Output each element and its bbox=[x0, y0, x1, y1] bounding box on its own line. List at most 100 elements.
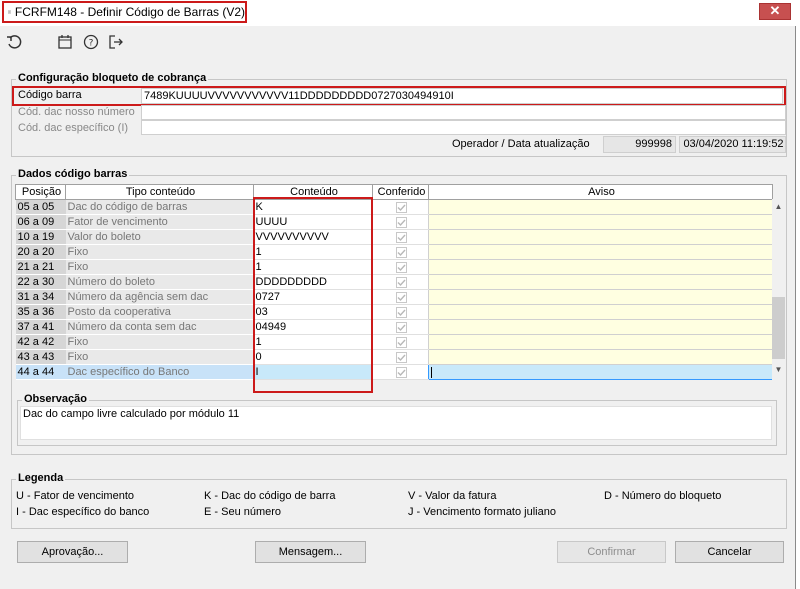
scroll-thumb[interactable] bbox=[772, 297, 785, 359]
checkbox-checked-icon[interactable] bbox=[395, 261, 407, 273]
table-row[interactable]: 22 a 30 Número do boleto DDDDDDDDD bbox=[15, 274, 773, 290]
table-row[interactable]: 37 a 41 Número da conta sem dac 04949 bbox=[15, 319, 773, 335]
scroll-up-icon[interactable]: ▲ bbox=[772, 201, 785, 213]
conferido-cell[interactable] bbox=[372, 364, 429, 380]
operador-value: 999998 bbox=[603, 136, 676, 153]
aviso-cell[interactable] bbox=[428, 289, 773, 305]
col-header-posicao[interactable]: Posição bbox=[15, 184, 66, 200]
aviso-cell[interactable] bbox=[428, 304, 773, 320]
legenda-item: D - Número do bloqueto bbox=[604, 490, 722, 502]
legenda-item: U - Fator de vencimento bbox=[16, 490, 134, 502]
aviso-cell[interactable] bbox=[428, 229, 773, 245]
table-row[interactable]: 43 a 43 Fixo 0 bbox=[15, 349, 773, 365]
aviso-cell[interactable] bbox=[428, 199, 773, 215]
checkbox-checked-icon[interactable] bbox=[395, 366, 407, 378]
window-title: FCRFM148 - Definir Código de Barras (V2) bbox=[14, 5, 245, 19]
checkbox-checked-icon[interactable] bbox=[395, 351, 407, 363]
table-row[interactable]: 10 a 19 Valor do boleto VVVVVVVVVV bbox=[15, 229, 773, 245]
col-header-tipo[interactable]: Tipo conteúdo bbox=[65, 184, 254, 200]
table-header-row: Posição Tipo conteúdo Conteúdo Conferido… bbox=[15, 184, 773, 200]
aviso-cell[interactable] bbox=[428, 334, 773, 350]
legenda-item: K - Dac do código de barra bbox=[204, 490, 336, 502]
table-row[interactable]: 35 a 36 Posto da cooperativa 03 bbox=[15, 304, 773, 320]
aviso-cell[interactable] bbox=[428, 259, 773, 275]
mensagem-button[interactable]: Mensagem... bbox=[255, 541, 366, 563]
tipo-cell: Fixo bbox=[65, 349, 254, 365]
col-header-aviso[interactable]: Aviso bbox=[428, 184, 773, 200]
tipo-cell: Fixo bbox=[65, 334, 254, 350]
posicao-cell: 37 a 41 bbox=[15, 319, 66, 335]
checkbox-checked-icon[interactable] bbox=[395, 306, 407, 318]
dados-group-title: Dados código barras bbox=[16, 168, 130, 180]
conferido-cell[interactable] bbox=[372, 289, 429, 305]
dados-table: Posição Tipo conteúdo Conteúdo Conferido… bbox=[15, 184, 773, 380]
posicao-cell: 10 a 19 bbox=[15, 229, 66, 245]
table-row[interactable]: 06 a 09 Fator de vencimento UUUU bbox=[15, 214, 773, 230]
aviso-cell[interactable] bbox=[428, 364, 773, 380]
conferido-cell[interactable] bbox=[372, 319, 429, 335]
cancelar-button[interactable]: Cancelar bbox=[675, 541, 784, 563]
config-group-title: Configuração bloqueto de cobrança bbox=[16, 72, 209, 84]
conferido-cell[interactable] bbox=[372, 199, 429, 215]
checkbox-checked-icon[interactable] bbox=[395, 231, 407, 243]
checkbox-checked-icon[interactable] bbox=[395, 321, 407, 333]
posicao-cell: 05 a 05 bbox=[15, 199, 66, 215]
aviso-cell[interactable] bbox=[428, 319, 773, 335]
conferido-cell[interactable] bbox=[372, 244, 429, 260]
conferido-cell[interactable] bbox=[372, 229, 429, 245]
checkbox-checked-icon[interactable] bbox=[395, 246, 407, 258]
tipo-cell: Número da agência sem dac bbox=[65, 289, 254, 305]
checkbox-checked-icon[interactable] bbox=[395, 201, 407, 213]
legenda-item: I - Dac específico do banco bbox=[16, 506, 150, 518]
operador-label: Operador / Data atualização bbox=[452, 138, 590, 150]
calendar-icon[interactable] bbox=[56, 34, 74, 52]
table-row[interactable]: 31 a 34 Número da agência sem dac 0727 bbox=[15, 289, 773, 305]
undo-icon[interactable] bbox=[5, 34, 23, 52]
dac-especifico-input[interactable] bbox=[141, 120, 786, 135]
posicao-cell: 35 a 36 bbox=[15, 304, 66, 320]
scroll-down-icon[interactable]: ▼ bbox=[772, 364, 785, 376]
checkbox-checked-icon[interactable] bbox=[395, 336, 407, 348]
close-button[interactable]: ✕ bbox=[759, 3, 791, 20]
conferido-cell[interactable] bbox=[372, 304, 429, 320]
aviso-cell[interactable] bbox=[428, 349, 773, 365]
data-atualizacao-value: 03/04/2020 11:19:52 bbox=[679, 136, 786, 153]
table-row[interactable]: 21 a 21 Fixo 1 bbox=[15, 259, 773, 275]
conferido-cell[interactable] bbox=[372, 214, 429, 230]
aviso-cell[interactable] bbox=[428, 244, 773, 260]
observacao-title: Observação bbox=[22, 393, 89, 405]
posicao-cell: 44 a 44 bbox=[15, 364, 66, 380]
posicao-cell: 42 a 42 bbox=[15, 334, 66, 350]
table-row[interactable]: 05 a 05 Dac do código de barras K bbox=[15, 199, 773, 215]
aviso-cell[interactable] bbox=[428, 274, 773, 290]
legenda-item: E - Seu número bbox=[204, 506, 282, 518]
dac-especifico-label: Cód. dac específico (I) bbox=[18, 122, 129, 134]
conferido-cell[interactable] bbox=[372, 259, 429, 275]
aprovacao-button[interactable]: Aprovação... bbox=[17, 541, 128, 563]
text-cursor bbox=[431, 366, 432, 378]
conferido-cell[interactable] bbox=[372, 274, 429, 290]
observacao-text[interactable]: Dac do campo livre calculado por módulo … bbox=[20, 406, 772, 440]
table-scrollbar[interactable]: ▲ ▼ bbox=[772, 199, 785, 391]
posicao-cell: 31 a 34 bbox=[15, 289, 66, 305]
table-row[interactable]: 44 a 44 Dac específico do Banco I bbox=[15, 364, 773, 380]
tipo-cell: Posto da cooperativa bbox=[65, 304, 254, 320]
dac-nosso-numero-input[interactable] bbox=[141, 105, 786, 120]
posicao-cell: 21 a 21 bbox=[15, 259, 66, 275]
exit-icon[interactable] bbox=[107, 34, 125, 52]
legenda-item: V - Valor da fatura bbox=[408, 490, 497, 502]
title-highlight: FCRFM148 - Definir Código de Barras (V2) bbox=[2, 1, 247, 23]
table-row[interactable]: 42 a 42 Fixo 1 bbox=[15, 334, 773, 350]
aviso-cell[interactable] bbox=[428, 214, 773, 230]
confirmar-button[interactable]: Confirmar bbox=[557, 541, 666, 563]
conferido-cell[interactable] bbox=[372, 334, 429, 350]
conferido-cell[interactable] bbox=[372, 349, 429, 365]
tipo-cell: Número do boleto bbox=[65, 274, 254, 290]
checkbox-checked-icon[interactable] bbox=[395, 291, 407, 303]
table-row[interactable]: 20 a 20 Fixo 1 bbox=[15, 244, 773, 260]
help-icon[interactable]: ? bbox=[82, 34, 100, 52]
checkbox-checked-icon[interactable] bbox=[395, 276, 407, 288]
tipo-cell: Fator de vencimento bbox=[65, 214, 254, 230]
checkbox-checked-icon[interactable] bbox=[395, 216, 407, 228]
col-header-conferido[interactable]: Conferido bbox=[372, 184, 429, 200]
